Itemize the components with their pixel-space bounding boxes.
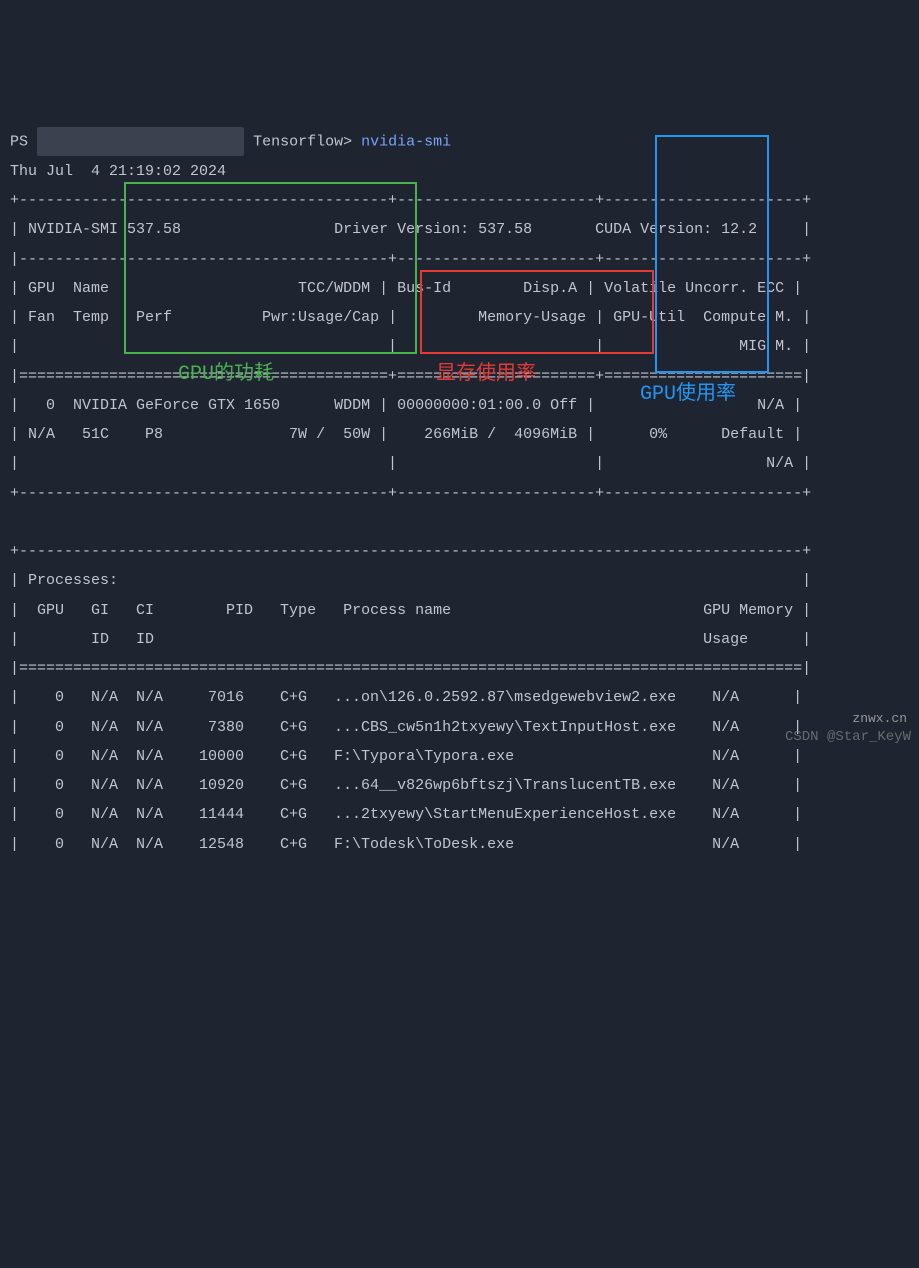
- col-header-2c: GPU-Util Compute M.: [613, 309, 793, 326]
- prompt-ps: PS: [10, 134, 37, 151]
- gpu-util: 0%: [649, 426, 667, 443]
- col-header-1c: Volatile Uncorr. ECC: [604, 280, 784, 297]
- annotation-label-util: GPU使用率: [640, 375, 736, 414]
- annotation-label-memory: 显存使用率: [436, 355, 536, 394]
- gpu-line1-col1: 0 NVIDIA GeForce GTX 1650 WDDM: [28, 397, 370, 414]
- col-header-2b: Memory-Usage: [478, 309, 586, 326]
- col-header-3c: MIG M.: [739, 338, 793, 355]
- driver-version: Driver Version: 537.58: [334, 221, 532, 238]
- gpu-mig: N/A: [766, 455, 793, 472]
- smi-version: NVIDIA-SMI 537.58: [28, 221, 181, 238]
- cuda-version: CUDA Version: 12.2: [595, 221, 757, 238]
- watermark-csdn: CSDN @Star_KeyW: [785, 724, 911, 751]
- gpu-compute-mode: Default: [721, 426, 784, 443]
- terminal-output: PS Tensorflow> nvidia-smi Thu Jul 4 21:1…: [10, 127, 909, 859]
- col-header-2a: Fan Temp Perf Pwr:Usage/Cap: [28, 309, 379, 326]
- gpu-line2-col1: N/A 51C P8 7W / 50W: [28, 426, 370, 443]
- command-text: nvidia-smi: [361, 134, 451, 151]
- proc-header-1: GPU GI CI PID Type Process name GPU Memo…: [19, 602, 793, 619]
- col-header-1a: GPU Name TCC/WDDM: [28, 280, 370, 297]
- annotation-label-power: GPU的功耗: [178, 355, 274, 394]
- proc-header-2: ID ID Usage: [19, 631, 748, 648]
- gpu-line1-col3: N/A: [757, 397, 784, 414]
- gpu-line2-col2: 266MiB / 4096MiB: [424, 426, 577, 443]
- process-rows: | 0 N/A N/A 7016 C+G ...on\126.0.2592.87…: [10, 689, 802, 852]
- timestamp-line: Thu Jul 4 21:19:02 2024: [10, 163, 226, 180]
- gpu-line1-col2: 00000000:01:00.0 Off: [397, 397, 577, 414]
- redacted-path: [37, 127, 244, 156]
- path-suffix: Tensorflow>: [253, 134, 352, 151]
- col-header-1b: Bus-Id Disp.A: [397, 280, 577, 297]
- processes-title: Processes:: [28, 572, 118, 589]
